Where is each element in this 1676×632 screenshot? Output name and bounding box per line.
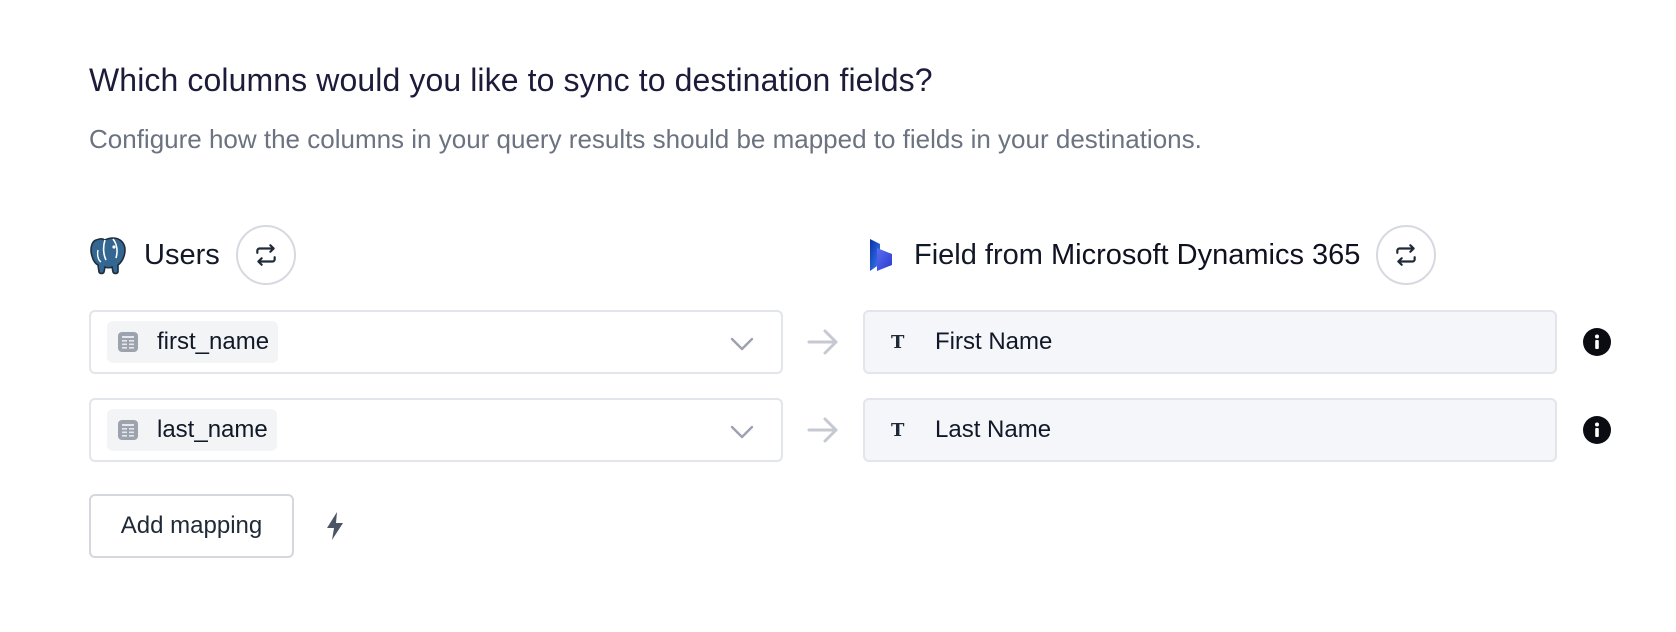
- mapping-row: last_name T Last Name: [89, 398, 1619, 462]
- info-icon[interactable]: [1583, 416, 1611, 444]
- destination-prefix: Field from: [914, 238, 1043, 271]
- page-title: Which columns would you like to sync to …: [89, 62, 933, 98]
- source-swap-button[interactable]: [235, 225, 296, 285]
- destination-field[interactable]: T First Name: [863, 310, 1557, 374]
- source-label: Users: [144, 238, 220, 271]
- column-chip: first_name: [107, 321, 279, 363]
- swap-icon: [1396, 244, 1417, 266]
- destination-swap-button[interactable]: [1376, 225, 1437, 285]
- postgres-elephant-icon: [88, 234, 128, 276]
- destination-label: Field from Microsoft Dynamics 365: [914, 239, 1360, 272]
- table-column-icon: [117, 331, 139, 353]
- source-column-select[interactable]: last_name: [89, 398, 783, 462]
- arrow-right-icon: [805, 414, 841, 446]
- lightning-bolt-icon[interactable]: [322, 510, 348, 542]
- destination-field-label: First Name: [935, 328, 1053, 355]
- column-chip: last_name: [107, 409, 277, 451]
- destination-name: Microsoft Dynamics 365: [1050, 238, 1361, 271]
- mapping-row: first_name T First Name: [89, 310, 1619, 374]
- arrow-right-icon: [805, 326, 841, 358]
- chevron-down-icon: [729, 332, 755, 356]
- destination-header: Field from Microsoft Dynamics 365: [868, 225, 1437, 285]
- source-column-label: first_name: [157, 328, 270, 355]
- dynamics-365-icon: [868, 234, 894, 276]
- swap-icon: [255, 244, 276, 266]
- source-column-select[interactable]: first_name: [89, 310, 783, 374]
- text-type-icon: T: [891, 419, 905, 441]
- source-column-label: last_name: [157, 416, 268, 443]
- info-icon[interactable]: [1583, 328, 1611, 356]
- text-type-icon: T: [891, 331, 905, 353]
- add-mapping-button[interactable]: Add mapping: [89, 494, 294, 558]
- table-column-icon: [117, 419, 139, 441]
- source-header: Users: [88, 225, 296, 285]
- page-subtitle: Configure how the columns in your query …: [89, 124, 1202, 154]
- destination-field-label: Last Name: [935, 416, 1052, 443]
- chevron-down-icon: [729, 420, 755, 444]
- destination-field[interactable]: T Last Name: [863, 398, 1557, 462]
